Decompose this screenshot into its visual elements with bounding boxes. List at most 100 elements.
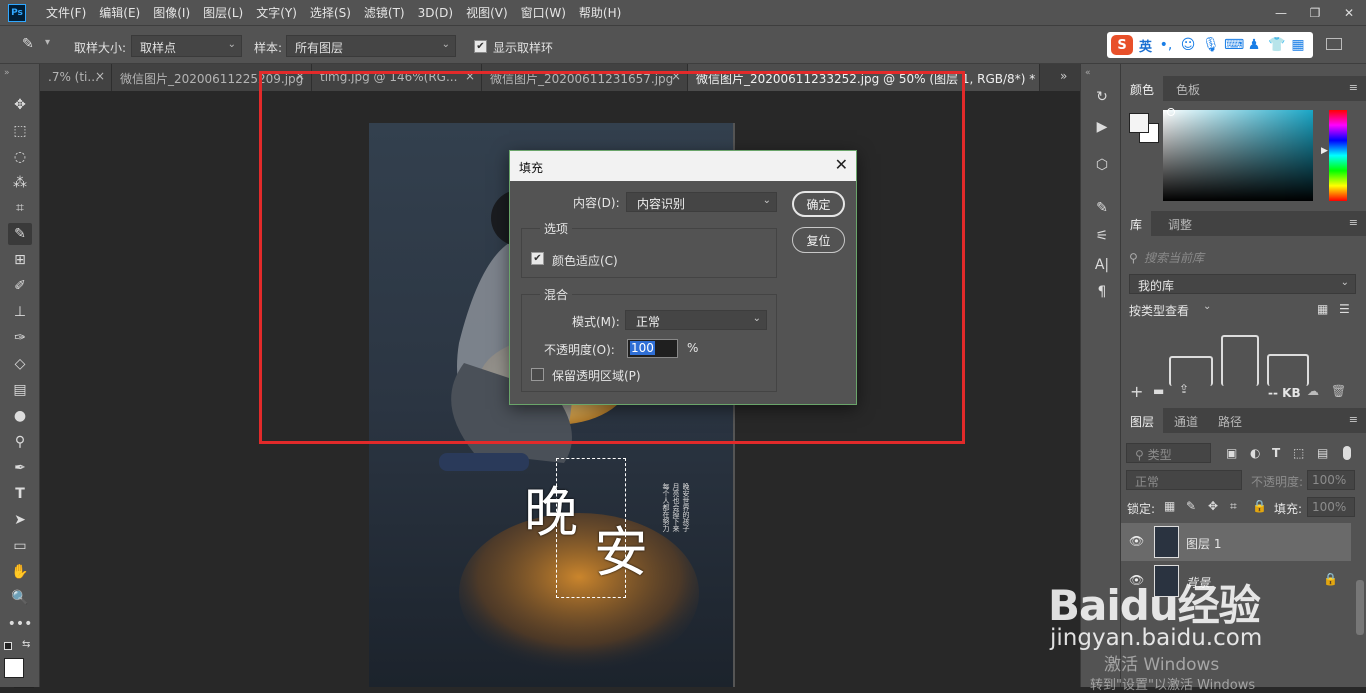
microphone-icon[interactable]: 🎙 — [1202, 37, 1220, 53]
quick-select-tool-icon[interactable]: ⁂ — [8, 172, 32, 194]
collapse-icon[interactable]: « — [1085, 68, 1091, 78]
foreground-color-swatch[interactable] — [4, 658, 24, 678]
scrollbar[interactable] — [1356, 580, 1364, 635]
menu-file[interactable]: 文件(F) — [46, 4, 86, 21]
sample-size-select[interactable]: 取样点 ⌄ — [131, 35, 242, 57]
tab-color[interactable]: 颜色 — [1121, 76, 1164, 101]
lock-all-icon[interactable]: 🔒 — [1252, 499, 1267, 513]
eraser-tool-icon[interactable]: ◇ — [8, 353, 32, 375]
menu-view[interactable]: 视图(V) — [466, 4, 508, 21]
library-search-input[interactable]: 搜索当前库 — [1144, 249, 1204, 266]
add-icon[interactable]: + — [1130, 382, 1143, 401]
layer-opacity-field[interactable]: 100% — [1307, 470, 1355, 490]
sample-select[interactable]: 所有图层 ⌄ — [286, 35, 456, 57]
layer-name[interactable]: 图层 1 — [1186, 535, 1221, 552]
tool-preset-chevron-icon[interactable]: ▾ — [45, 37, 50, 48]
eye-icon[interactable]: 👁 — [1129, 534, 1144, 548]
character-icon[interactable]: A| — [1092, 255, 1112, 275]
eyedropper-icon[interactable]: ✎ — [22, 36, 42, 54]
list-view-icon[interactable]: ☰ — [1339, 302, 1350, 316]
collapse-icon[interactable]: » — [4, 68, 10, 78]
lock-artboard-icon[interactable]: ⌗ — [1230, 499, 1237, 514]
filter-smart-object-icon[interactable]: ▤ — [1317, 446, 1328, 460]
tabs-overflow-icon[interactable]: » — [1060, 69, 1067, 83]
history-icon[interactable]: ↻ — [1092, 87, 1112, 107]
show-ring-checkbox[interactable]: ✔ — [474, 40, 487, 53]
library-select[interactable]: 我的库 ⌄ — [1129, 274, 1356, 294]
pen-tool-icon[interactable]: ✒ — [8, 457, 32, 479]
menu-edit[interactable]: 编辑(E) — [99, 4, 140, 21]
more-tools-icon[interactable]: ••• — [8, 613, 33, 635]
3d-icon[interactable]: ⬡ — [1092, 155, 1112, 175]
library-view-by-type[interactable]: 按类型查看 — [1129, 302, 1189, 319]
blend-mode-select[interactable]: 正常 — [1126, 470, 1242, 490]
path-select-tool-icon[interactable]: ➤ — [8, 509, 32, 531]
default-colors-icon[interactable] — [4, 642, 12, 650]
lock-position-icon[interactable]: ✥ — [1208, 499, 1218, 513]
stamp-tool-icon[interactable]: ⊥ — [8, 301, 32, 323]
tab-adjustments[interactable]: 调整 — [1159, 211, 1201, 236]
menu-image[interactable]: 图像(I) — [153, 4, 190, 21]
tab-swatches[interactable]: 色板 — [1167, 76, 1209, 101]
skin-icon[interactable]: 👕 — [1268, 37, 1285, 53]
upload-icon[interactable]: ⇪ — [1179, 382, 1189, 396]
brush-settings-icon[interactable]: ✎ — [1092, 198, 1112, 218]
filter-adjustment-icon[interactable]: ◐ — [1250, 446, 1260, 460]
lock-image-icon[interactable]: ✎ — [1186, 499, 1196, 513]
close-icon[interactable]: × — [95, 69, 105, 83]
brush-presets-icon[interactable]: ⚟ — [1092, 226, 1112, 246]
grid-menu-icon[interactable]: ▦ — [1290, 37, 1306, 53]
blur-tool-icon[interactable]: ● — [8, 405, 32, 427]
marquee-tool-icon[interactable]: ⬚ — [8, 120, 32, 142]
filter-image-icon[interactable]: ▣ — [1226, 446, 1237, 460]
close-window-button[interactable]: ✕ — [1332, 0, 1366, 25]
grid-view-icon[interactable]: ▦ — [1317, 302, 1328, 316]
healing-tool-icon[interactable]: ⊞ — [8, 249, 32, 271]
filter-type-icon[interactable]: T — [1272, 446, 1280, 460]
ime-lang[interactable]: 英 — [1139, 36, 1152, 55]
zoom-tool-icon[interactable]: 🔍 — [8, 587, 32, 609]
dodge-tool-icon[interactable]: ⚲ — [8, 431, 32, 453]
hand-tool-icon[interactable]: ✋ — [8, 561, 32, 583]
folder-icon[interactable]: ▬ — [1153, 384, 1164, 398]
foreground-color-swatch[interactable] — [1129, 113, 1149, 133]
restore-button[interactable]: ❐ — [1298, 0, 1332, 25]
workspace-icon[interactable] — [1326, 38, 1342, 50]
tab-doc-1[interactable]: .7% (ti... × — [40, 64, 112, 91]
layer-row-selected[interactable]: 👁 图层 1 — [1121, 523, 1351, 561]
brush-tool-icon[interactable]: ✐ — [8, 275, 32, 297]
type-tool-icon[interactable]: T — [8, 483, 32, 505]
menu-select[interactable]: 选择(S) — [310, 4, 351, 21]
lasso-tool-icon[interactable]: ◌ — [8, 146, 32, 168]
menu-type[interactable]: 文字(Y) — [256, 4, 297, 21]
lock-transparency-icon[interactable]: ▦ — [1164, 499, 1175, 513]
rectangle-tool-icon[interactable]: ▭ — [8, 535, 32, 557]
color-picker-cursor[interactable] — [1167, 108, 1175, 116]
actions-play-icon[interactable]: ▶ — [1092, 117, 1112, 137]
fill-field[interactable]: 100% — [1307, 497, 1355, 517]
menu-layer[interactable]: 图层(L) — [203, 4, 243, 21]
menu-window[interactable]: 窗口(W) — [521, 4, 566, 21]
eyedropper-tool-icon[interactable]: ✎ — [8, 223, 32, 245]
hue-slider[interactable] — [1329, 110, 1347, 201]
filter-shape-icon[interactable]: ⬚ — [1293, 446, 1304, 460]
swap-colors-icon[interactable]: ⇆ — [22, 639, 30, 650]
minimize-button[interactable]: — — [1264, 0, 1298, 25]
tab-layers[interactable]: 图层 — [1121, 408, 1164, 433]
menu-filter[interactable]: 滤镜(T) — [364, 4, 405, 21]
history-brush-tool-icon[interactable]: ✑ — [8, 327, 32, 349]
tab-paths[interactable]: 路径 — [1209, 408, 1251, 433]
trash-icon[interactable]: 🗑 — [1331, 384, 1346, 398]
menu-help[interactable]: 帮助(H) — [579, 4, 621, 21]
keyboard-icon[interactable]: ⌨ — [1224, 37, 1244, 53]
tab-libraries[interactable]: 库 — [1121, 211, 1152, 236]
menu-3d[interactable]: 3D(D) — [418, 6, 453, 20]
filter-toggle[interactable] — [1343, 446, 1351, 460]
panel-menu-icon[interactable]: ≡ — [1349, 81, 1358, 94]
gradient-tool-icon[interactable]: ▤ — [8, 379, 32, 401]
tab-channels[interactable]: 通道 — [1165, 408, 1207, 433]
user-icon[interactable]: ♟ — [1246, 37, 1262, 53]
panel-menu-icon[interactable]: ≡ — [1349, 216, 1358, 229]
hue-slider-handle[interactable]: ▶ — [1321, 146, 1328, 156]
emoji-icon[interactable]: ☺ — [1180, 37, 1196, 53]
